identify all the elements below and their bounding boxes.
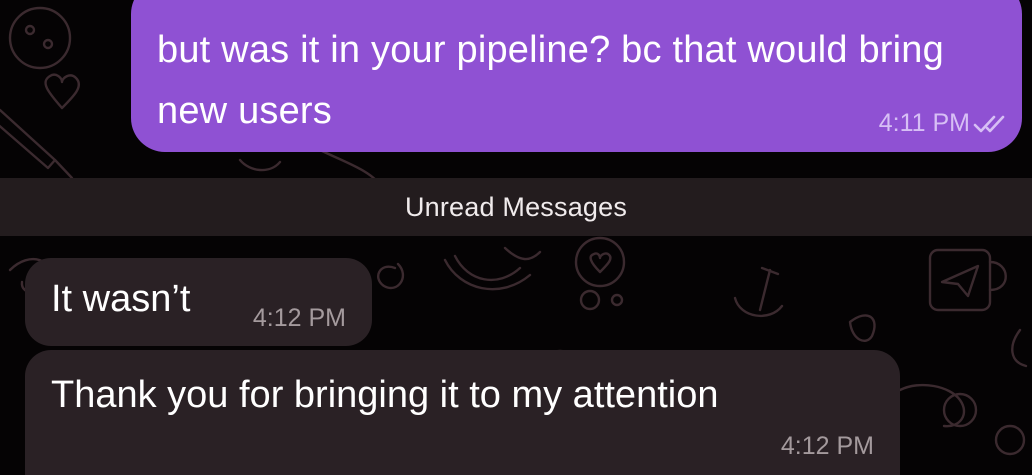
leaf-icon [848,314,876,342]
unread-divider-label: Unread Messages [404,191,628,222]
banana-icon [443,246,542,291]
knife-icon [0,108,74,180]
message-time: 4:12 PM [252,304,346,332]
mug-paper-plane-icon [928,248,1007,312]
message-text: Thank you for bringing it to my attentio… [51,374,719,416]
anchor-icon [733,266,784,318]
unread-messages-divider: Unread Messages [0,178,1032,236]
swirl-icon [377,262,405,290]
message-time: 4:11 PM [878,109,970,137]
message-time: 4:12 PM [780,432,874,460]
incoming-message-bubble[interactable]: It wasn’t 4:12 PM [25,258,372,346]
bubble-heart-icon [574,236,626,288]
outgoing-message-bubble[interactable]: but was it in your pipeline? bc that wou… [131,0,1022,152]
heart-icon [44,73,81,110]
chat-view: but was it in your pipeline? bc that wou… [0,0,1032,475]
message-meta: 4:11 PM [879,109,1012,138]
message-text: It wasn’t [51,278,191,320]
cookie-icon [8,6,72,70]
double-check-read-icon [973,115,1005,132]
incoming-message-bubble[interactable]: Thank you for bringing it to my attentio… [25,350,900,475]
